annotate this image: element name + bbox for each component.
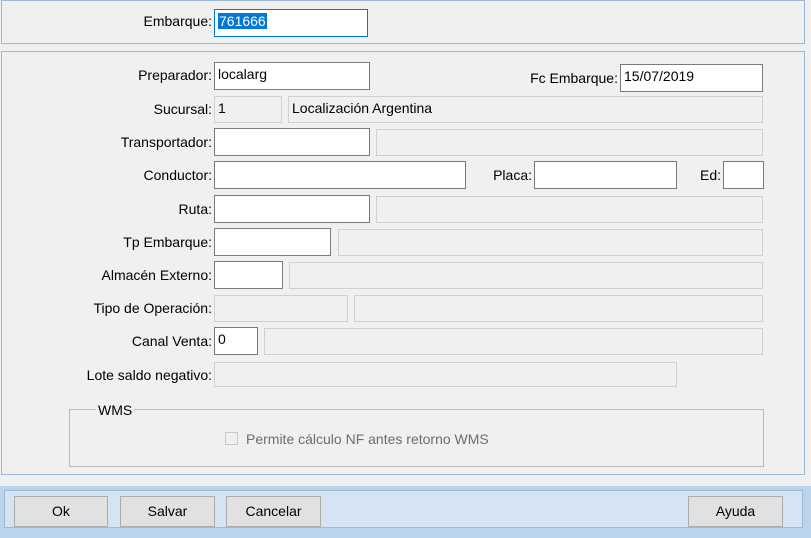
embarque-value: 761666 xyxy=(218,13,267,29)
transportador-input[interactable] xyxy=(214,128,370,156)
sucursal-name: Localización Argentina xyxy=(288,96,763,123)
placa-input[interactable] xyxy=(534,161,677,189)
embarque-input[interactable]: 761666 xyxy=(214,9,368,37)
fc-embarque-label: Fc Embarque: xyxy=(530,70,618,86)
canal-venta-input[interactable]: 0 xyxy=(214,327,258,355)
wms-checkbox[interactable] xyxy=(225,432,238,445)
almacen-externo-label: Almacén Externo: xyxy=(101,267,213,283)
tipo-operacion-label: Tipo de Operación: xyxy=(93,300,212,316)
sucursal-code: 1 xyxy=(214,96,282,123)
ruta-input[interactable] xyxy=(214,195,370,223)
ruta-label: Ruta: xyxy=(178,201,212,217)
preparador-label: Preparador: xyxy=(138,67,212,83)
transportador-description xyxy=(376,129,763,156)
wms-group-title: WMS xyxy=(96,402,135,418)
conductor-input[interactable] xyxy=(214,161,466,189)
ed-input[interactable] xyxy=(723,161,764,189)
transportador-label: Transportador: xyxy=(120,134,212,150)
almacen-externo-input[interactable] xyxy=(214,261,283,289)
fc-embarque-input[interactable]: 15/07/2019 xyxy=(620,64,763,92)
ed-label: Ed: xyxy=(699,167,721,183)
canal-venta-label: Canal Venta: xyxy=(131,333,212,349)
preparador-input[interactable]: localarg xyxy=(214,62,370,90)
salvar-button[interactable]: Salvar xyxy=(120,496,215,527)
almacen-externo-description xyxy=(289,262,763,289)
embarque-label: Embarque: xyxy=(143,13,212,29)
canal-venta-description xyxy=(264,328,763,355)
sucursal-label: Sucursal: xyxy=(153,101,212,117)
lote-saldo-negativo-label: Lote saldo negativo: xyxy=(86,367,212,383)
tipo-operacion-description xyxy=(354,295,763,322)
tp-embarque-description xyxy=(338,229,763,256)
conductor-label: Conductor: xyxy=(143,167,212,183)
placa-label: Placa: xyxy=(493,167,532,183)
ruta-description xyxy=(376,196,763,223)
tp-embarque-label: Tp Embarque: xyxy=(123,234,212,250)
tp-embarque-input[interactable] xyxy=(214,228,331,256)
lote-saldo-negativo-input xyxy=(214,362,677,387)
tipo-operacion-input xyxy=(214,295,348,322)
wms-checkbox-label: Permite cálculo NF antes retorno WMS xyxy=(246,431,489,447)
ok-button[interactable]: Ok xyxy=(14,496,108,527)
ayuda-button[interactable]: Ayuda xyxy=(688,496,783,527)
cancelar-button[interactable]: Cancelar xyxy=(226,496,321,527)
